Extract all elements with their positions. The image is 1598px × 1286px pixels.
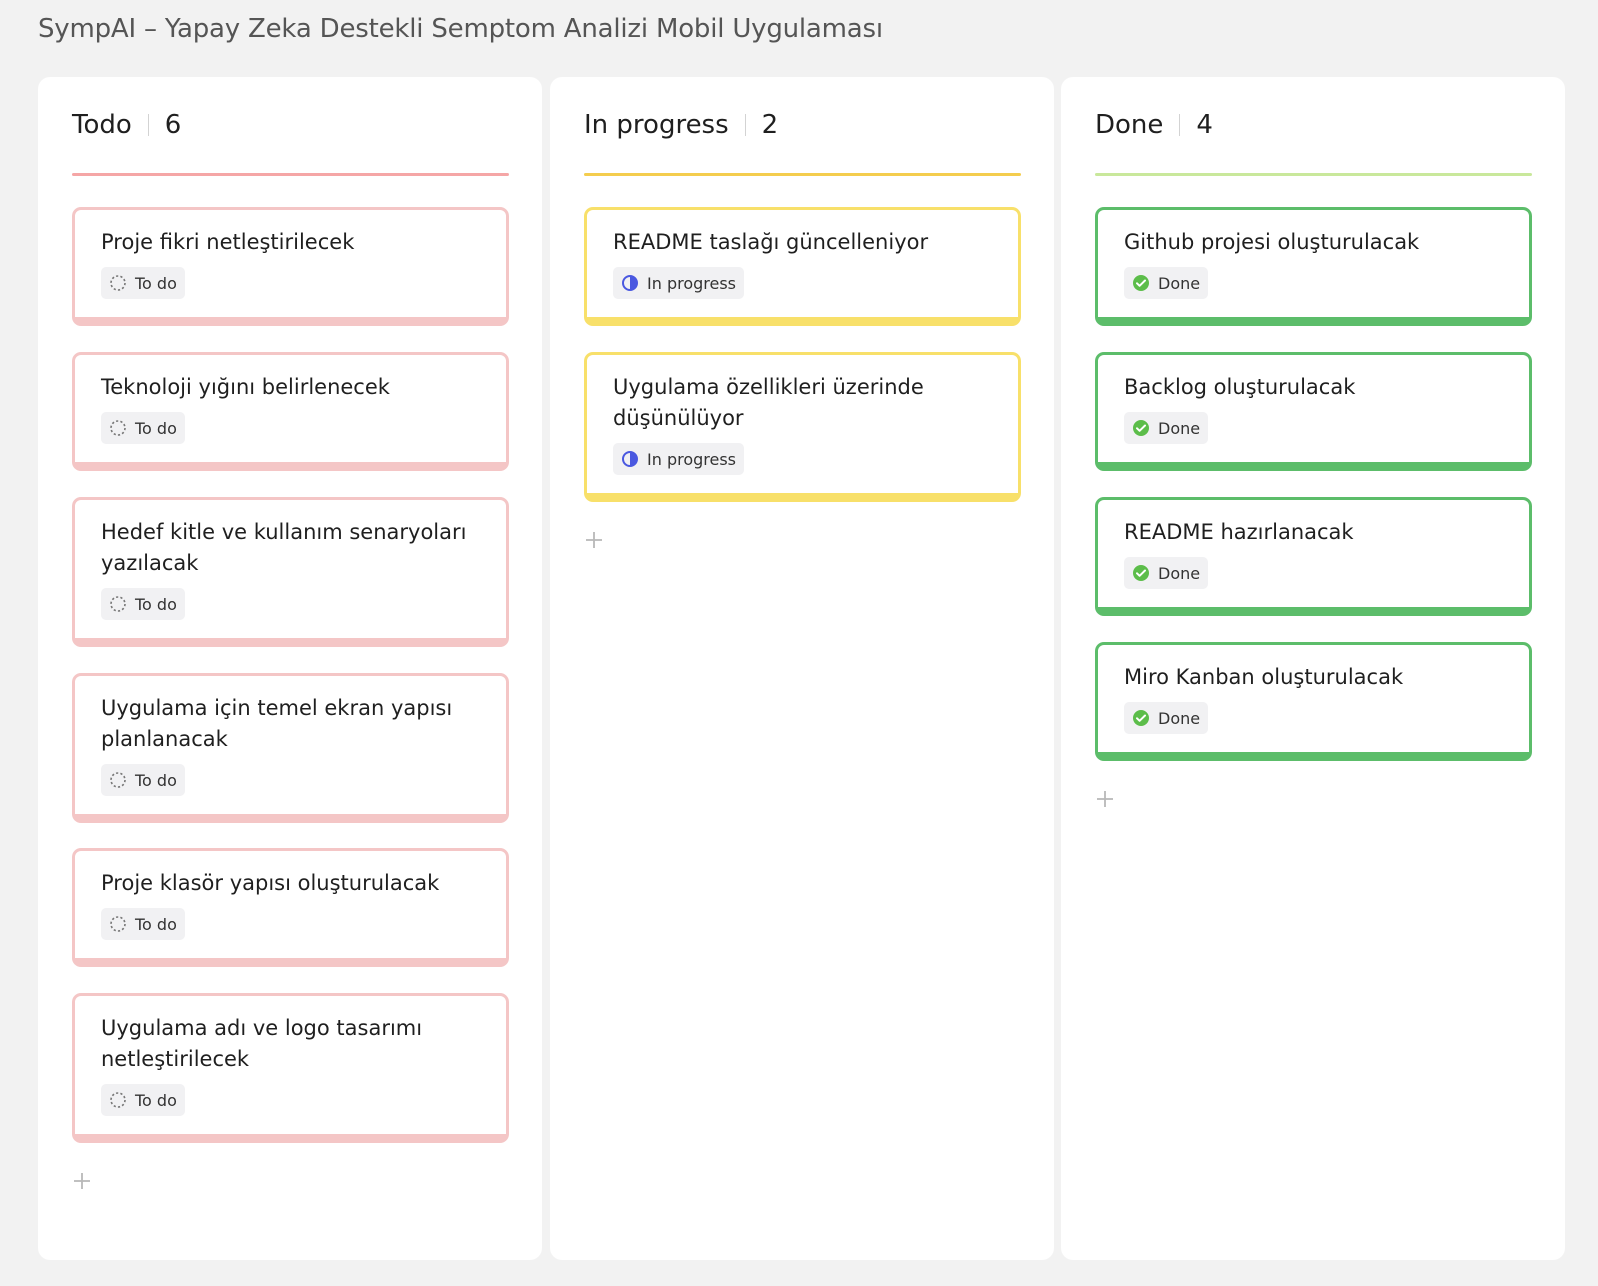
divider [744,114,746,136]
column-in-progress: In progress 2 README taslağı güncelleniy… [550,77,1054,1260]
column-header: In progress 2 [584,110,778,140]
divider [147,114,149,136]
dashed-circle-icon [110,596,126,612]
add-card-button[interactable] [1095,789,1115,809]
card[interactable]: Hedef kitle ve kullanım senaryoları yazı… [72,497,509,647]
add-card-button[interactable] [584,530,604,550]
status-badge[interactable]: In progress [613,267,745,299]
status-label: In progress [647,449,737,469]
card-title: Teknoloji yığını belirlenecek [101,375,390,399]
add-card-button[interactable] [72,1171,92,1191]
board-title: SympAI – Yapay Zeka Destekli Semptom Ana… [38,14,883,44]
card-title: Uygulama adı ve logo tasarımı netleştiri… [101,1016,423,1071]
column-name: Done [1095,110,1164,140]
dashed-circle-icon [110,1092,126,1108]
status-label: To do [135,770,177,790]
status-label: To do [135,594,177,614]
check-circle-icon [1133,565,1149,581]
card[interactable]: Github projesi oluşturulacak Done [1095,207,1532,326]
card[interactable]: Uygulama için temel ekran yapısı planlan… [72,673,509,823]
status-badge[interactable]: To do [101,588,185,620]
status-badge[interactable]: Done [1124,557,1209,589]
column-todo: Todo 6 Proje fikri netleştirilecek To do… [38,77,542,1260]
column-accent-line [1095,173,1532,176]
card[interactable]: Proje fikri netleştirilecek To do [72,207,509,326]
status-label: In progress [647,273,737,293]
status-label: Done [1158,563,1201,583]
dashed-circle-icon [110,420,126,436]
status-label: Done [1158,418,1201,438]
card[interactable]: README hazırlanacak Done [1095,497,1532,616]
status-label: Done [1158,708,1201,728]
column-accent-line [584,173,1021,176]
status-badge[interactable]: Done [1124,412,1209,444]
card[interactable]: Uygulama özellikleri üzerinde düşünülüyo… [584,352,1021,502]
card[interactable]: Proje klasör yapısı oluşturulacak To do [72,848,509,967]
card-title: Miro Kanban oluşturulacak [1124,665,1404,689]
column-count: 4 [1196,110,1213,140]
status-label: To do [135,418,177,438]
card-title: Proje fikri netleştirilecek [101,230,355,254]
card[interactable]: Uygulama adı ve logo tasarımı netleştiri… [72,993,509,1143]
status-badge[interactable]: To do [101,764,185,796]
status-badge[interactable]: To do [101,267,185,299]
column-header: Todo 6 [72,110,181,140]
plus-icon [586,532,602,548]
status-badge[interactable]: To do [101,908,185,940]
half-circle-icon [622,275,638,291]
card-title: Proje klasör yapısı oluşturulacak [101,871,440,895]
column-count: 6 [164,110,182,140]
column-accent-line [72,173,509,176]
column-name: In progress [584,110,729,140]
dashed-circle-icon [110,916,126,932]
plus-icon [1097,791,1113,807]
dashed-circle-icon [110,275,126,291]
status-label: To do [135,914,177,934]
status-label: To do [135,273,177,293]
status-label: Done [1158,273,1201,293]
half-circle-icon [622,451,638,467]
check-circle-icon [1133,710,1149,726]
card-title: README taslağı güncelleniyor [613,230,929,254]
card[interactable]: README taslağı güncelleniyor In progress [584,207,1021,326]
column-name: Todo [72,110,132,140]
status-badge[interactable]: Done [1124,267,1209,299]
card-title: Github projesi oluşturulacak [1124,230,1420,254]
status-label: To do [135,1090,177,1110]
card[interactable]: Miro Kanban oluşturulacak Done [1095,642,1532,761]
divider [1179,114,1181,136]
column-header: Done 4 [1095,110,1213,140]
status-badge[interactable]: To do [101,412,185,444]
card-title: Backlog oluşturulacak [1124,375,1356,399]
check-circle-icon [1133,420,1149,436]
card-title: Hedef kitle ve kullanım senaryoları yazı… [101,520,467,575]
card-title: Uygulama özellikleri üzerinde düşünülüyo… [613,375,924,430]
column-count: 2 [761,110,779,140]
status-badge[interactable]: In progress [613,443,745,475]
card[interactable]: Backlog oluşturulacak Done [1095,352,1532,471]
status-badge[interactable]: To do [101,1084,185,1116]
dashed-circle-icon [110,772,126,788]
card-title: README hazırlanacak [1124,520,1354,544]
card-title: Uygulama için temel ekran yapısı planlan… [101,696,453,751]
column-done: Done 4 Github projesi oluşturulacak Done… [1061,77,1565,1260]
plus-icon [74,1173,90,1189]
card[interactable]: Teknoloji yığını belirlenecek To do [72,352,509,471]
status-badge[interactable]: Done [1124,702,1209,734]
check-circle-icon [1133,275,1149,291]
